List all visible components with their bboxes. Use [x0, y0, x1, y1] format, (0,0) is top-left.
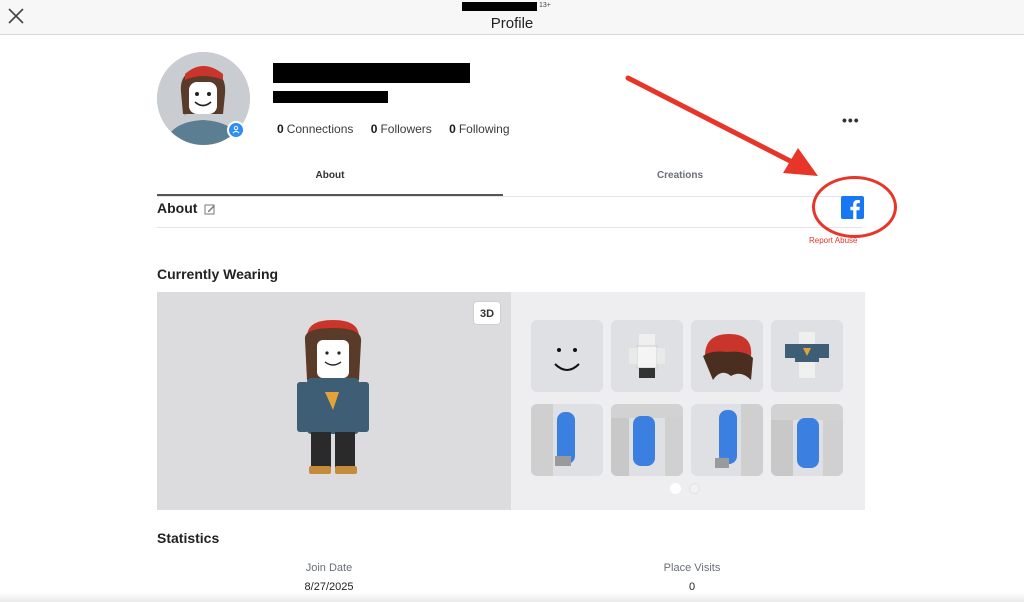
following-link[interactable]: 0 Following	[449, 122, 509, 136]
wearing-item-jacket[interactable]	[771, 320, 843, 392]
age-rating-tag: 13+	[539, 2, 551, 9]
redacted-username-bar	[462, 2, 537, 11]
currently-wearing-heading: Currently Wearing	[157, 266, 279, 282]
redacted-username	[273, 91, 388, 103]
about-divider	[157, 227, 862, 228]
about-heading: About	[157, 200, 198, 216]
carousel-dot-2[interactable]	[689, 483, 701, 494]
page-title: Profile	[490, 15, 534, 32]
left-arm-icon	[715, 404, 763, 476]
top-bar: 13+ Profile	[0, 0, 1024, 35]
blue-jacket-icon	[785, 332, 829, 378]
leg-icon	[771, 404, 843, 476]
smile-face-icon	[554, 348, 580, 371]
wearing-item-leg[interactable]	[771, 404, 843, 476]
statistics-heading: Statistics	[157, 530, 220, 546]
connections-count: 0	[277, 122, 284, 136]
tab-about[interactable]: About	[157, 165, 503, 196]
redacted-display-name	[273, 63, 470, 83]
edit-icon[interactable]	[204, 203, 216, 215]
avatar-viewer[interactable]	[157, 292, 511, 510]
followers-count: 0	[370, 122, 378, 136]
bottom-edge	[0, 592, 1024, 602]
white-shirt-icon	[629, 334, 665, 378]
right-arm-icon	[531, 404, 575, 476]
following-count: 0	[449, 122, 456, 136]
connections-link[interactable]: 0 Connections	[277, 122, 353, 136]
wearing-item-left-arm[interactable]	[691, 404, 763, 476]
torso-arm-icon	[611, 404, 683, 476]
carousel-dots	[670, 481, 704, 499]
beanie-hair-icon	[703, 334, 753, 380]
wearing-item-right-arm[interactable]	[531, 404, 603, 476]
avatar-figure-icon	[297, 320, 369, 474]
following-label: Following	[458, 122, 510, 136]
followers-link[interactable]: 0 Followers	[371, 122, 432, 136]
annotation-arrow	[625, 75, 818, 176]
view-3d-button[interactable]: 3D	[473, 301, 501, 325]
online-status-icon	[227, 121, 245, 139]
carousel-dot-1[interactable]	[670, 483, 681, 494]
social-counts: 0 Connections 0 Followers 0 Following	[277, 122, 524, 136]
wearing-item-shirt[interactable]	[611, 320, 683, 392]
wearing-item-torso[interactable]	[611, 404, 683, 476]
wearing-item-hair[interactable]	[691, 320, 763, 392]
connections-label: Connections	[286, 122, 354, 136]
place-visits-label: Place Visits	[663, 562, 721, 574]
wearing-item-face[interactable]	[531, 320, 603, 392]
join-date-label: Join Date	[305, 562, 353, 574]
followers-label: Followers	[380, 122, 432, 136]
